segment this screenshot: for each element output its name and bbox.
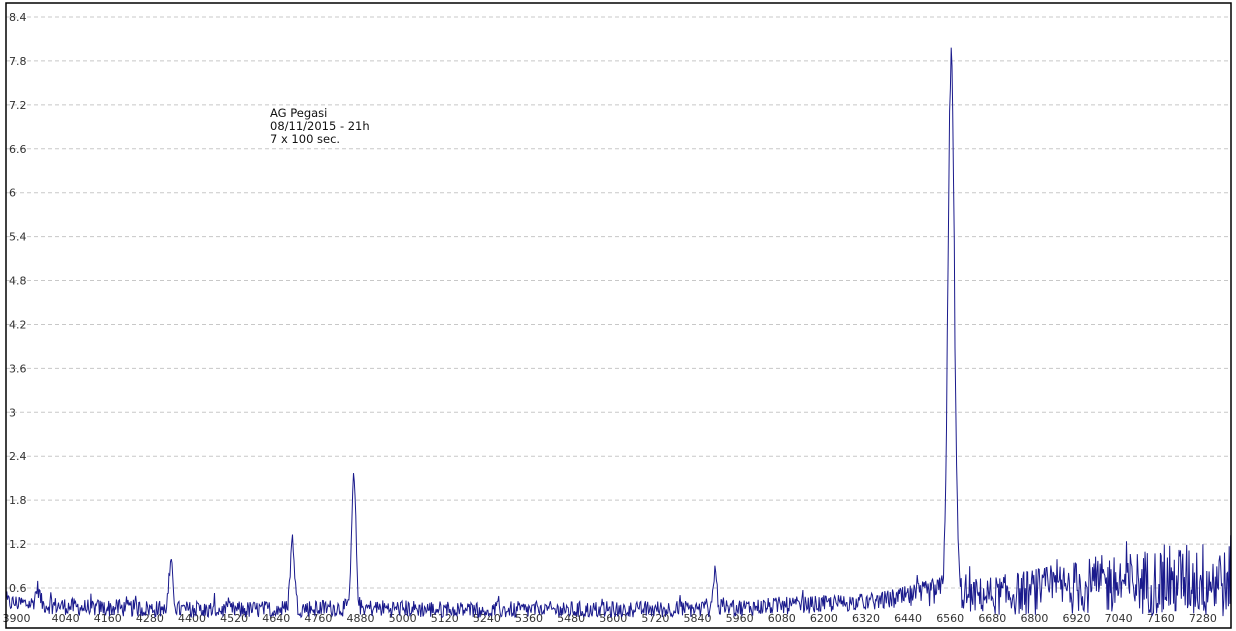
x-tick-label: 6320: [852, 612, 880, 625]
y-tick-label: 1.2: [9, 538, 27, 551]
y-tick-label: 4.8: [9, 275, 27, 288]
y-tick-label: 3: [9, 406, 16, 419]
y-tick-label: 3.6: [9, 362, 27, 375]
y-tick-label: 0.6: [9, 582, 27, 595]
x-tick-label: 6560: [936, 612, 964, 625]
chart-annotation: AG Pegasi 08/11/2015 - 21h 7 x 100 sec.: [270, 107, 370, 146]
spectrum-chart: 0.61.21.82.433.64.24.85.466.67.27.88.4 3…: [0, 0, 1236, 631]
x-tick-label: 5000: [389, 612, 417, 625]
x-tick-label: 6680: [978, 612, 1006, 625]
x-tick-label: 4280: [136, 612, 164, 625]
y-tick-label: 2.4: [9, 450, 27, 463]
y-tick-label: 6.6: [9, 143, 27, 156]
y-tick-label: 7.2: [9, 99, 27, 112]
x-tick-label: 5600: [599, 612, 627, 625]
x-tick-label: 5840: [683, 612, 711, 625]
y-tick-label: 7.8: [9, 55, 27, 68]
x-tick-label: 6920: [1063, 612, 1091, 625]
x-axis-ticks: 3900 4040 4160 4280 4400 4520 4640 4760 4880 5000…: [3, 612, 1217, 625]
x-tick-label: 5360: [515, 612, 543, 625]
x-tick-label: 6080: [768, 612, 796, 625]
y-tick-label: 8.4: [9, 11, 27, 24]
x-tick-label: 7040: [1105, 612, 1133, 625]
annotation-exposure: 7 x 100 sec.: [270, 132, 341, 146]
x-tick-label: 6800: [1020, 612, 1048, 625]
x-tick-label: 4160: [94, 612, 122, 625]
y-tick-label: 4.2: [9, 318, 27, 331]
x-tick-label: 6200: [810, 612, 838, 625]
y-tick-label: 5.4: [9, 231, 27, 244]
x-tick-label: 6440: [894, 612, 922, 625]
x-tick-label: 7160: [1147, 612, 1175, 625]
plot-background: [0, 0, 1236, 631]
x-tick-label: 7280: [1189, 612, 1217, 625]
y-tick-label: 1.8: [9, 494, 27, 507]
y-tick-label: 6: [9, 187, 16, 200]
x-tick-label: 5960: [726, 612, 754, 625]
